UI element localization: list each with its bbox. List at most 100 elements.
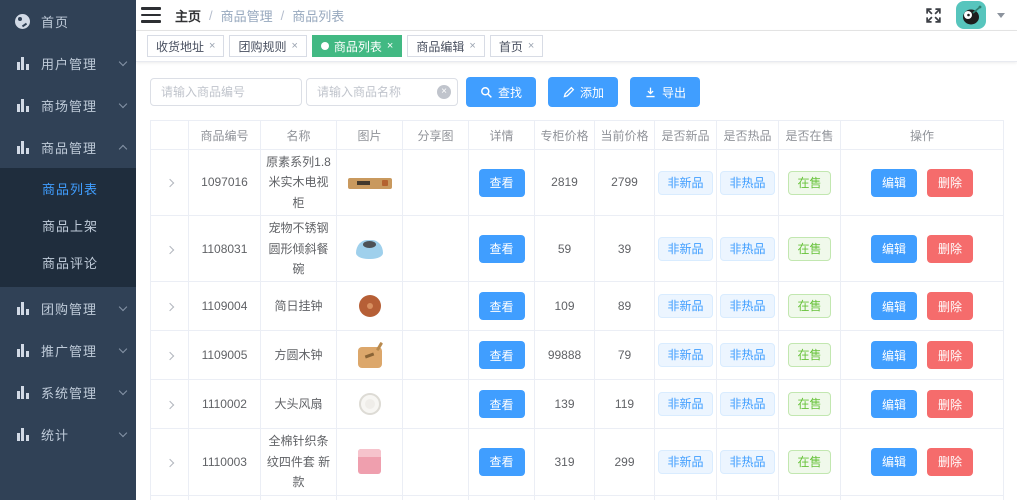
on-sale-cell: 在售 [779, 380, 841, 429]
expand-row-icon[interactable] [165, 179, 173, 187]
not-new-badge[interactable]: 非新品 [658, 171, 712, 195]
not-hot-badge[interactable]: 非热品 [720, 171, 774, 195]
product-id-cell: 1110003 [189, 429, 261, 495]
product-name-cell: 全棉针织纯色四件套 [261, 495, 337, 500]
view-button[interactable]: 查看 [479, 448, 525, 476]
breadcrumb-item[interactable]: 商品管理 [221, 6, 273, 25]
table-header-row: 商品编号名称图片分享图详情专柜价格当前价格是否新品是否热品是否在售操作 [151, 121, 1004, 150]
tab-home[interactable]: 首页 × [490, 35, 543, 57]
edit-button[interactable]: 编辑 [871, 390, 917, 418]
on-sale-badge[interactable]: 在售 [788, 237, 830, 261]
current-price-cell: 39 [595, 216, 655, 282]
not-hot-badge[interactable]: 非热品 [720, 392, 774, 416]
caret-down-icon[interactable] [997, 13, 1005, 18]
delete-button[interactable]: 删除 [927, 169, 973, 197]
on-sale-cell: 在售 [779, 331, 841, 380]
product-name-input[interactable] [306, 78, 458, 106]
not-hot-badge[interactable]: 非热品 [720, 450, 774, 474]
expand-row-icon[interactable] [165, 245, 173, 253]
close-icon[interactable]: × [387, 41, 393, 52]
sidebar-item-product-list[interactable]: 商品列表 [0, 170, 136, 207]
find-button[interactable]: 查找 [466, 77, 536, 107]
view-button[interactable]: 查看 [479, 235, 525, 263]
add-button[interactable]: 添加 [548, 77, 618, 107]
sidebar-item-home[interactable]: 首页 [0, 0, 136, 42]
not-new-badge[interactable]: 非新品 [658, 450, 712, 474]
delete-button[interactable]: 删除 [927, 390, 973, 418]
sidebar-item-statistics[interactable]: 统计 [0, 413, 136, 455]
edit-button[interactable]: 编辑 [871, 341, 917, 369]
close-icon[interactable]: × [528, 41, 534, 52]
not-new-badge[interactable]: 非新品 [658, 343, 712, 367]
breadcrumb: 主页 / 商品管理 / 商品列表 [175, 6, 344, 25]
active-dot-icon [321, 42, 329, 50]
close-icon[interactable]: × [209, 41, 215, 52]
sidebar-item-system-management[interactable]: 系统管理 [0, 371, 136, 413]
view-button[interactable]: 查看 [479, 292, 525, 320]
on-sale-cell: 在售 [779, 216, 841, 282]
expand-cell [151, 331, 189, 380]
counter-price-cell: 319 [535, 429, 595, 495]
delete-button[interactable]: 删除 [927, 448, 973, 476]
sidebar-item-groupon-management[interactable]: 团购管理 [0, 287, 136, 329]
product-image-cell [337, 380, 403, 429]
topbar: 主页 / 商品管理 / 商品列表 [136, 0, 1017, 31]
on-sale-badge[interactable]: 在售 [788, 171, 830, 195]
expand-row-icon[interactable] [165, 352, 173, 360]
chevron-up-icon [119, 144, 127, 152]
clear-input-icon[interactable]: × [437, 85, 451, 99]
is-hot-cell: 非热品 [717, 380, 779, 429]
not-new-badge[interactable]: 非新品 [658, 294, 712, 318]
export-button[interactable]: 导出 [630, 77, 700, 107]
chevron-down-icon [119, 386, 127, 394]
export-button-label: 导出 [662, 84, 686, 101]
edit-button[interactable]: 编辑 [871, 292, 917, 320]
detail-cell: 查看 [469, 429, 535, 495]
delete-button[interactable]: 删除 [927, 235, 973, 263]
tab-shipping-address[interactable]: 收货地址 × [147, 35, 224, 57]
current-price-cell: 2799 [595, 150, 655, 216]
sidebar-item-product-comments[interactable]: 商品评论 [0, 244, 136, 281]
sidebar-item-promotion-management[interactable]: 推广管理 [0, 329, 136, 371]
table-row: 1097016原素系列1.8米实木电视柜查看28192799非新品非热品在售编辑… [151, 150, 1004, 216]
breadcrumb-home[interactable]: 主页 [175, 6, 201, 25]
on-sale-badge[interactable]: 在售 [788, 343, 830, 367]
view-button[interactable]: 查看 [479, 341, 525, 369]
operations-cell: 编辑删除 [841, 331, 1004, 380]
on-sale-badge[interactable]: 在售 [788, 392, 830, 416]
not-hot-badge[interactable]: 非热品 [720, 343, 774, 367]
on-sale-badge[interactable]: 在售 [788, 294, 830, 318]
view-button[interactable]: 查看 [479, 169, 525, 197]
not-new-badge[interactable]: 非新品 [658, 237, 712, 261]
close-icon[interactable]: × [291, 41, 297, 52]
not-new-badge[interactable]: 非新品 [658, 392, 712, 416]
product-image-cell [337, 150, 403, 216]
not-hot-badge[interactable]: 非热品 [720, 237, 774, 261]
expand-row-icon[interactable] [165, 458, 173, 466]
expand-row-icon[interactable] [165, 401, 173, 409]
fullscreen-icon[interactable] [925, 7, 942, 24]
sidebar-item-product-management[interactable]: 商品管理 [0, 126, 136, 168]
view-button[interactable]: 查看 [479, 390, 525, 418]
not-hot-badge[interactable]: 非热品 [720, 294, 774, 318]
delete-button[interactable]: 删除 [927, 292, 973, 320]
sidebar-item-mall-management[interactable]: 商场管理 [0, 84, 136, 126]
product-id-cell: 1110002 [189, 380, 261, 429]
edit-button[interactable]: 编辑 [871, 448, 917, 476]
edit-button[interactable]: 编辑 [871, 169, 917, 197]
sidebar-item-user-management[interactable]: 用户管理 [0, 42, 136, 84]
sidebar-item-product-listing[interactable]: 商品上架 [0, 207, 136, 244]
tab-groupon-rules[interactable]: 团购规则 × [229, 35, 306, 57]
avatar[interactable] [956, 1, 986, 29]
delete-button[interactable]: 删除 [927, 341, 973, 369]
edit-button[interactable]: 编辑 [871, 235, 917, 263]
tab-product-edit[interactable]: 商品编辑 × [407, 35, 484, 57]
round-clock-image [359, 295, 381, 317]
close-icon[interactable]: × [469, 41, 475, 52]
hamburger-menu-icon[interactable] [141, 7, 161, 23]
is-hot-cell: 非热品 [717, 331, 779, 380]
tab-product-list[interactable]: 商品列表 × [312, 35, 402, 57]
expand-row-icon[interactable] [165, 303, 173, 311]
on-sale-badge[interactable]: 在售 [788, 450, 830, 474]
product-id-input[interactable] [150, 78, 302, 106]
